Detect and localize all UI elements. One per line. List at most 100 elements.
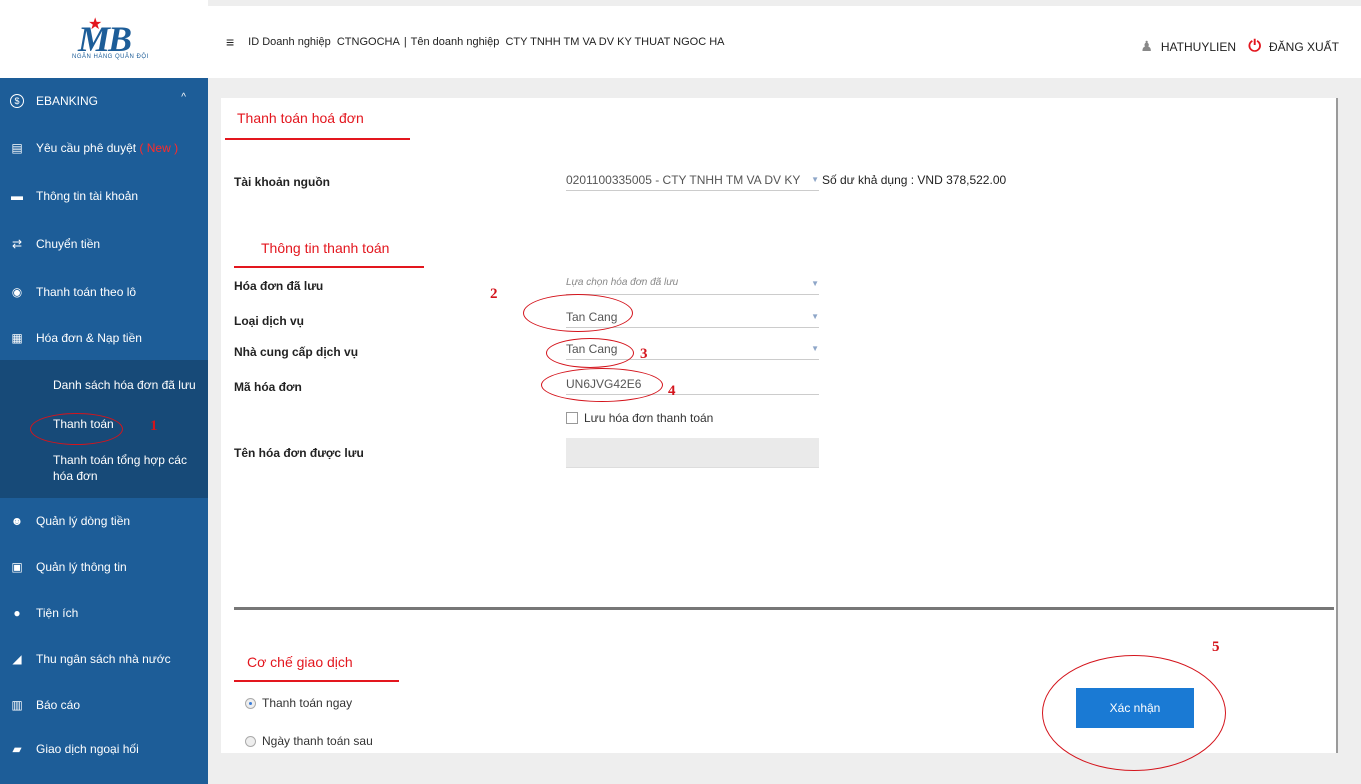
sidebar-item-label: Hóa đơn & Nạp tiền [36, 331, 142, 345]
sidebar-item-label: Báo cáo [36, 698, 81, 712]
radio-pay-later[interactable]: Ngày thanh toán sau [245, 734, 373, 748]
dollar-circle-icon: $ [10, 94, 24, 108]
save-bill-checkbox-label: Lưu hóa đơn thanh toán [584, 411, 714, 425]
sidebar-item-label: Chuyển tiền [36, 237, 101, 251]
sidebar-item-cashflow[interactable]: ☻ Quản lý dòng tiền [0, 498, 208, 544]
sidebar-item-approval[interactable]: ▤ Yêu cầu phê duyệt ( New ) [0, 124, 208, 172]
source-account-label: Tài khoản nguồn [234, 175, 330, 189]
annotation-ellipse-4 [541, 368, 663, 402]
section-divider [234, 607, 1334, 610]
form-title-underline [225, 138, 410, 140]
sidebar-item-info-management[interactable]: ▣ Quản lý thông tin [0, 544, 208, 590]
chevron-down-icon: ▼ [811, 279, 819, 288]
transfer-icon: ⇄ [11, 237, 23, 251]
payment-info-title: Thông tin thanh toán [261, 240, 390, 256]
new-badge: ( New ) [139, 141, 179, 155]
annotation-number-5: 5 [1212, 639, 1220, 655]
mb-logo[interactable]: ★ MB NGÂN HÀNG QUÂN ĐỘI [0, 0, 208, 78]
provider-label: Nhà cung cấp dịch vụ [234, 345, 359, 359]
company-name-label: Tên doanh nghiệp [410, 36, 500, 48]
sidebar-item-state-budget[interactable]: ◢ Thu ngân sách nhà nước [0, 636, 208, 682]
logout-label: ĐĂNG XUẤT [1268, 40, 1339, 54]
annotation-number-3: 3 [640, 346, 648, 362]
form-title: Thanh toán hoá đơn [237, 110, 364, 126]
bill-code-label: Mã hóa đơn [234, 380, 302, 394]
annotation-number-2: 2 [490, 286, 498, 302]
source-account-value: 0201100335005 - CTY TNHH TM VA DV KY [566, 173, 801, 187]
sidebar-section-label: EBANKING [36, 94, 99, 108]
payment-panel: Thanh toán hoá đơn Tài khoản nguồn 02011… [221, 98, 1338, 771]
cashflow-icon: ☻ [10, 514, 24, 528]
chevron-up-icon: ^ [181, 92, 186, 103]
forex-icon: ▰ [12, 742, 22, 756]
radio-pay-now[interactable]: Thanh toán ngay [245, 696, 352, 710]
logo-subtitle: NGÂN HÀNG QUÂN ĐỘI [72, 54, 149, 60]
username: HATHUYLIEN [1160, 39, 1236, 54]
star-icon: ★ [88, 16, 103, 33]
chevron-down-icon: ▼ [811, 344, 819, 353]
annotation-ellipse-3 [546, 338, 634, 368]
saved-bill-name-input[interactable] [566, 438, 819, 468]
chevron-down-icon: ▼ [811, 312, 819, 321]
top-bar: ≡ ID Doanh nghiệp CTNGOCHA | Tên doanh n… [208, 0, 1361, 78]
annotation-ellipse-2 [523, 294, 633, 332]
annotation-number-4: 4 [668, 383, 676, 399]
user-icon: ♟ [1140, 38, 1153, 54]
sidebar-item-batch-payment[interactable]: ◉ Thanh toán theo lô [0, 268, 208, 316]
mechanism-title: Cơ chế giao dịch [247, 654, 353, 670]
business-id-value: CTNGOCHA [336, 36, 400, 48]
business-id-label: ID Doanh nghiệp [248, 36, 331, 48]
available-balance: Số dư khả dụng : VND 378,522.00 [822, 173, 1007, 187]
wallet-icon: ▬ [11, 189, 23, 203]
chevron-down-icon: ▼ [811, 175, 819, 184]
user-menu[interactable]: ♟ HATHUYLIEN [1140, 38, 1236, 55]
header-separator: | [403, 36, 407, 48]
report-icon: ▥ [11, 698, 23, 712]
service-type-label: Loại dịch vụ [234, 314, 305, 328]
sidebar-item-label: Yêu cầu phê duyệt [36, 141, 137, 155]
saved-bill-label: Hóa đơn đã lưu [234, 279, 324, 293]
sidebar-item-label: Thu ngân sách nhà nước [36, 652, 171, 666]
sidebar-subitem-combined-payment[interactable]: Thanh toán tổng hợp các hóa đơn [0, 442, 208, 494]
sidebar-section-ebanking[interactable]: $ EBANKING ^ [0, 78, 208, 124]
sidebar-item-label: Giao dịch ngoại hối [36, 742, 139, 756]
utility-icon: ● [13, 606, 21, 620]
radio-pay-later-label: Ngày thanh toán sau [262, 734, 373, 748]
radio-button[interactable] [245, 697, 256, 709]
mechanism-underline [234, 680, 399, 682]
invoice-icon: ▦ [11, 331, 23, 345]
annotation-ellipse-5 [1042, 655, 1226, 771]
sidebar-item-label: Thanh toán theo lô [36, 285, 137, 299]
company-name-value: CTY TNHH TM VA DV KY THUAT NGOC HA [505, 36, 725, 48]
saved-bill-select[interactable]: Lựa chọn hóa đơn đã lưu ▼ [566, 273, 819, 295]
sidebar-item-account-info[interactable]: ▬ Thông tin tài khoản [0, 172, 208, 220]
sidebar: ★ MB NGÂN HÀNG QUÂN ĐỘI $ EBANKING ^ ▤ Y… [0, 0, 208, 784]
saved-bill-name-label: Tên hóa đơn được lưu [234, 446, 364, 460]
sidebar-item-bills[interactable]: ▦ Hóa đơn & Nạp tiền [0, 316, 208, 360]
checkbox-box[interactable] [566, 412, 578, 424]
source-account-select[interactable]: 0201100335005 - CTY TNHH TM VA DV KY ▼ [566, 169, 819, 191]
power-icon: ⏻ [1248, 38, 1261, 55]
annotation-ellipse-1 [30, 413, 123, 445]
state-budget-icon: ◢ [12, 652, 22, 666]
radio-pay-now-label: Thanh toán ngay [262, 696, 353, 710]
annotation-number-1: 1 [150, 418, 158, 434]
sidebar-item-utilities[interactable]: ● Tiện ích [0, 590, 208, 636]
sidebar-item-forex[interactable]: ▰ Giao dịch ngoại hối [0, 728, 208, 770]
sidebar-item-label: Quản lý thông tin [36, 560, 127, 574]
sidebar-item-label: Thông tin tài khoản [36, 189, 139, 203]
logout-button[interactable]: ⏻ ĐĂNG XUẤT [1248, 38, 1339, 56]
radio-button[interactable] [245, 735, 256, 747]
id-card-icon: ▣ [11, 560, 23, 574]
sidebar-item-reports[interactable]: ▥ Báo cáo [0, 682, 208, 728]
hamburger-menu-icon[interactable]: ≡ [226, 34, 234, 50]
sidebar-item-transfer[interactable]: ⇄ Chuyển tiền [0, 220, 208, 268]
saved-bill-placeholder: Lựa chọn hóa đơn đã lưu [566, 277, 679, 288]
sidebar-item-label: Tiện ích [36, 606, 79, 620]
document-icon: ▤ [11, 141, 23, 155]
coins-icon: ◉ [11, 285, 23, 299]
payment-info-underline [234, 266, 424, 268]
sidebar-subitem-saved-bills[interactable]: Danh sách hóa đơn đã lưu [0, 364, 208, 406]
save-bill-checkbox[interactable]: Lưu hóa đơn thanh toán [566, 411, 713, 425]
sidebar-item-label: Quản lý dòng tiền [36, 514, 131, 528]
